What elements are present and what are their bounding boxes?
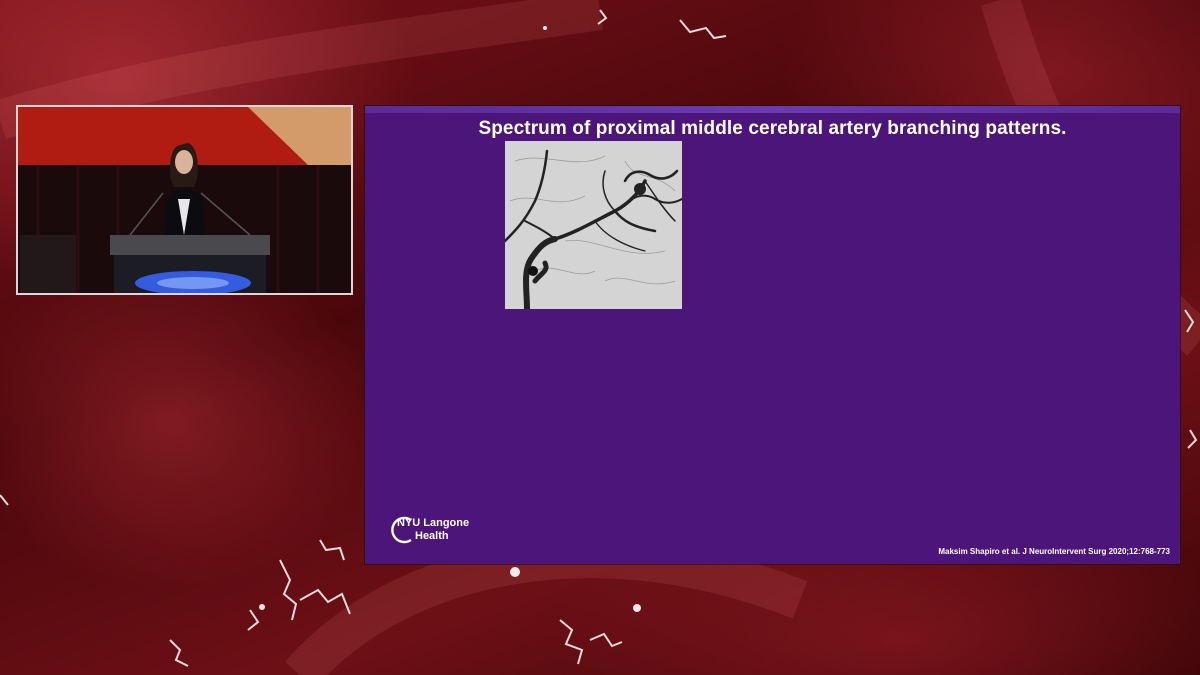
nyu-langone-logo: NYU Langone Health [389, 514, 479, 548]
slide-citation: Maksim Shapiro et al. J NeuroIntervent S… [938, 547, 1170, 556]
speaker-video-feed [16, 105, 353, 295]
logo-text-line2: Health [415, 530, 449, 542]
slide-title: Spectrum of proximal middle cerebral art… [478, 118, 1067, 139]
presentation-slide: Spectrum of proximal middle cerebral art… [365, 106, 1180, 564]
angiogram-graphic [505, 141, 682, 309]
logo-text-line1: NYU Langone [397, 517, 470, 529]
angiogram-image [505, 141, 682, 309]
speaker-video-image [18, 107, 351, 293]
